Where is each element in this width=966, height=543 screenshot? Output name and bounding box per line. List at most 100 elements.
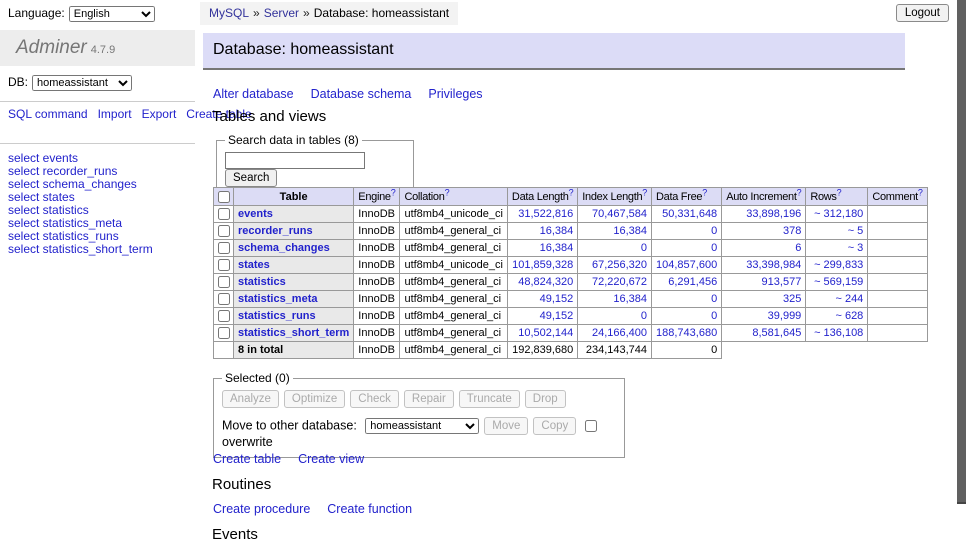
- collation-cell: utf8mb4_general_ci: [400, 308, 507, 325]
- comment-cell: [868, 274, 927, 291]
- sidebar-action-link-sql-command[interactable]: SQL command: [8, 107, 88, 121]
- column-help-link[interactable]: ?: [642, 188, 647, 197]
- language-row: Language: English: [8, 6, 155, 22]
- row-checkbox[interactable]: [218, 293, 230, 305]
- column-header-data-free: Data Free?: [652, 188, 722, 206]
- logout-button[interactable]: Logout: [896, 4, 949, 22]
- table-row-statistics_meta: statistics_metaInnoDButf8mb4_general_ci4…: [214, 291, 928, 308]
- section-heading-tables: Tables and views: [212, 108, 326, 125]
- data-free-cell: 0: [652, 308, 722, 325]
- language-select[interactable]: English: [69, 6, 155, 22]
- sidebar-actions: SQL commandImportExportCreate table: [8, 108, 170, 121]
- column-help: ?: [445, 188, 450, 197]
- table-name-link[interactable]: events: [238, 208, 273, 220]
- column-header-index-length: Index Length?: [578, 188, 652, 206]
- breadcrumb-link-mysql[interactable]: MySQL: [209, 6, 249, 20]
- data-free-cell: 6,291,456: [652, 274, 722, 291]
- total-data-free-cell: 0: [652, 342, 722, 359]
- engine-cell: InnoDB: [354, 291, 400, 308]
- move-buttons: Move Copy: [484, 418, 581, 432]
- bulk-button-optimize[interactable]: Optimize: [284, 390, 345, 408]
- vertical-scrollbar[interactable]: [957, 0, 966, 504]
- table-name-link[interactable]: states: [238, 259, 270, 271]
- db-select[interactable]: homeassistant: [32, 75, 132, 91]
- nav-link-alter-database[interactable]: Alter database: [213, 87, 294, 101]
- data-length-cell: 31,522,816: [507, 206, 577, 223]
- select-all-checkbox[interactable]: [218, 191, 230, 203]
- sidebar-action-link-export[interactable]: Export: [142, 107, 177, 121]
- table-name-link[interactable]: schema_changes: [238, 242, 330, 254]
- auto-increment-cell: 33,398,984: [722, 257, 806, 274]
- table-name-link[interactable]: statistics: [238, 276, 286, 288]
- search-button[interactable]: Search: [225, 169, 277, 187]
- column-help-link[interactable]: ?: [837, 188, 842, 197]
- row-checkbox[interactable]: [218, 310, 230, 322]
- table-row-schema_changes: schema_changesInnoDButf8mb4_general_ci16…: [214, 240, 928, 257]
- row-checkbox[interactable]: [218, 242, 230, 254]
- breadcrumb-link-server[interactable]: Server: [264, 6, 299, 20]
- routine-link-create-function[interactable]: Create function: [327, 502, 412, 516]
- column-help-link[interactable]: ?: [391, 188, 396, 197]
- row-checkbox[interactable]: [218, 276, 230, 288]
- table-row-statistics_short_term: statistics_short_termInnoDButf8mb4_gener…: [214, 325, 928, 342]
- bulk-button-truncate[interactable]: Truncate: [459, 390, 520, 408]
- search-input[interactable]: [225, 152, 365, 169]
- total-data-length-cell: 192,839,680: [507, 342, 577, 359]
- column-help-link[interactable]: ?: [797, 188, 802, 197]
- language-label: Language:: [8, 6, 65, 20]
- app-name: Adminer: [16, 37, 87, 58]
- rows-cell: ~ 628: [806, 308, 868, 325]
- sidebar-action-link-import[interactable]: Import: [98, 107, 132, 121]
- auto-increment-cell: 325: [722, 291, 806, 308]
- table-name-cell: events: [234, 206, 354, 223]
- table-name-link[interactable]: statistics_runs: [238, 310, 316, 322]
- row-checkbox-cell: [214, 206, 234, 223]
- sidebar: Language: English Adminer4.7.9 DB: homeass…: [0, 0, 195, 543]
- row-checkbox-cell: [214, 240, 234, 257]
- routine-link-create-procedure[interactable]: Create procedure: [213, 502, 310, 516]
- create-link-create-table[interactable]: Create table: [213, 452, 281, 466]
- table-foot: 8 in totalInnoDButf8mb4_general_ci192,83…: [214, 342, 928, 359]
- total-blank-cell: [722, 342, 806, 359]
- table-row-statistics_runs: statistics_runsInnoDButf8mb4_general_ci4…: [214, 308, 928, 325]
- move-db-select[interactable]: homeassistant: [365, 418, 479, 434]
- column-help: ?: [391, 188, 396, 197]
- table-name-link[interactable]: recorder_runs: [238, 225, 313, 237]
- create-link-create-view[interactable]: Create view: [298, 452, 364, 466]
- bulk-button-repair[interactable]: Repair: [404, 390, 454, 408]
- sidebar-brand: Adminer4.7.9: [0, 30, 195, 66]
- section-heading-routines: Routines: [212, 476, 271, 493]
- table-name-link[interactable]: statistics_short_term: [238, 327, 349, 339]
- column-help-link[interactable]: ?: [445, 188, 450, 197]
- table-name-cell: statistics: [234, 274, 354, 291]
- row-checkbox[interactable]: [218, 259, 230, 271]
- column-help-link[interactable]: ?: [702, 188, 707, 197]
- routines-links: Create procedure Create function: [213, 502, 429, 516]
- column-help-link[interactable]: ?: [918, 188, 923, 197]
- table-name-link[interactable]: statistics_meta: [238, 293, 318, 305]
- sidebar-divider: [0, 143, 195, 144]
- collation-cell: utf8mb4_unicode_ci: [400, 257, 507, 274]
- nav-link-privileges[interactable]: Privileges: [428, 87, 482, 101]
- data-length-cell: 16,384: [507, 223, 577, 240]
- row-checkbox[interactable]: [218, 225, 230, 237]
- bulk-button-drop[interactable]: Drop: [525, 390, 566, 408]
- engine-cell: InnoDB: [354, 325, 400, 342]
- copy-button[interactable]: Copy: [533, 417, 576, 435]
- overwrite-checkbox[interactable]: [585, 420, 597, 432]
- search-legend: Search data in tables (8): [225, 133, 362, 147]
- row-checkbox[interactable]: [218, 208, 230, 220]
- row-checkbox[interactable]: [218, 327, 230, 339]
- column-help-link[interactable]: ?: [569, 188, 574, 197]
- bulk-button-check[interactable]: Check: [350, 390, 399, 408]
- bulk-button-analyze[interactable]: Analyze: [222, 390, 279, 408]
- index-length-cell: 16,384: [578, 291, 652, 308]
- rows-cell: ~ 244: [806, 291, 868, 308]
- db-label: DB:: [8, 75, 28, 89]
- tables-table: TableEngine?Collation?Data Length?Index …: [213, 187, 928, 359]
- sidebar-table-link-select-statistics-short-term[interactable]: select statistics_short_term: [8, 243, 153, 256]
- data-free-cell: 0: [652, 291, 722, 308]
- nav-link-database-schema[interactable]: Database schema: [311, 87, 412, 101]
- move-button[interactable]: Move: [484, 417, 528, 435]
- row-checkbox-cell: [214, 257, 234, 274]
